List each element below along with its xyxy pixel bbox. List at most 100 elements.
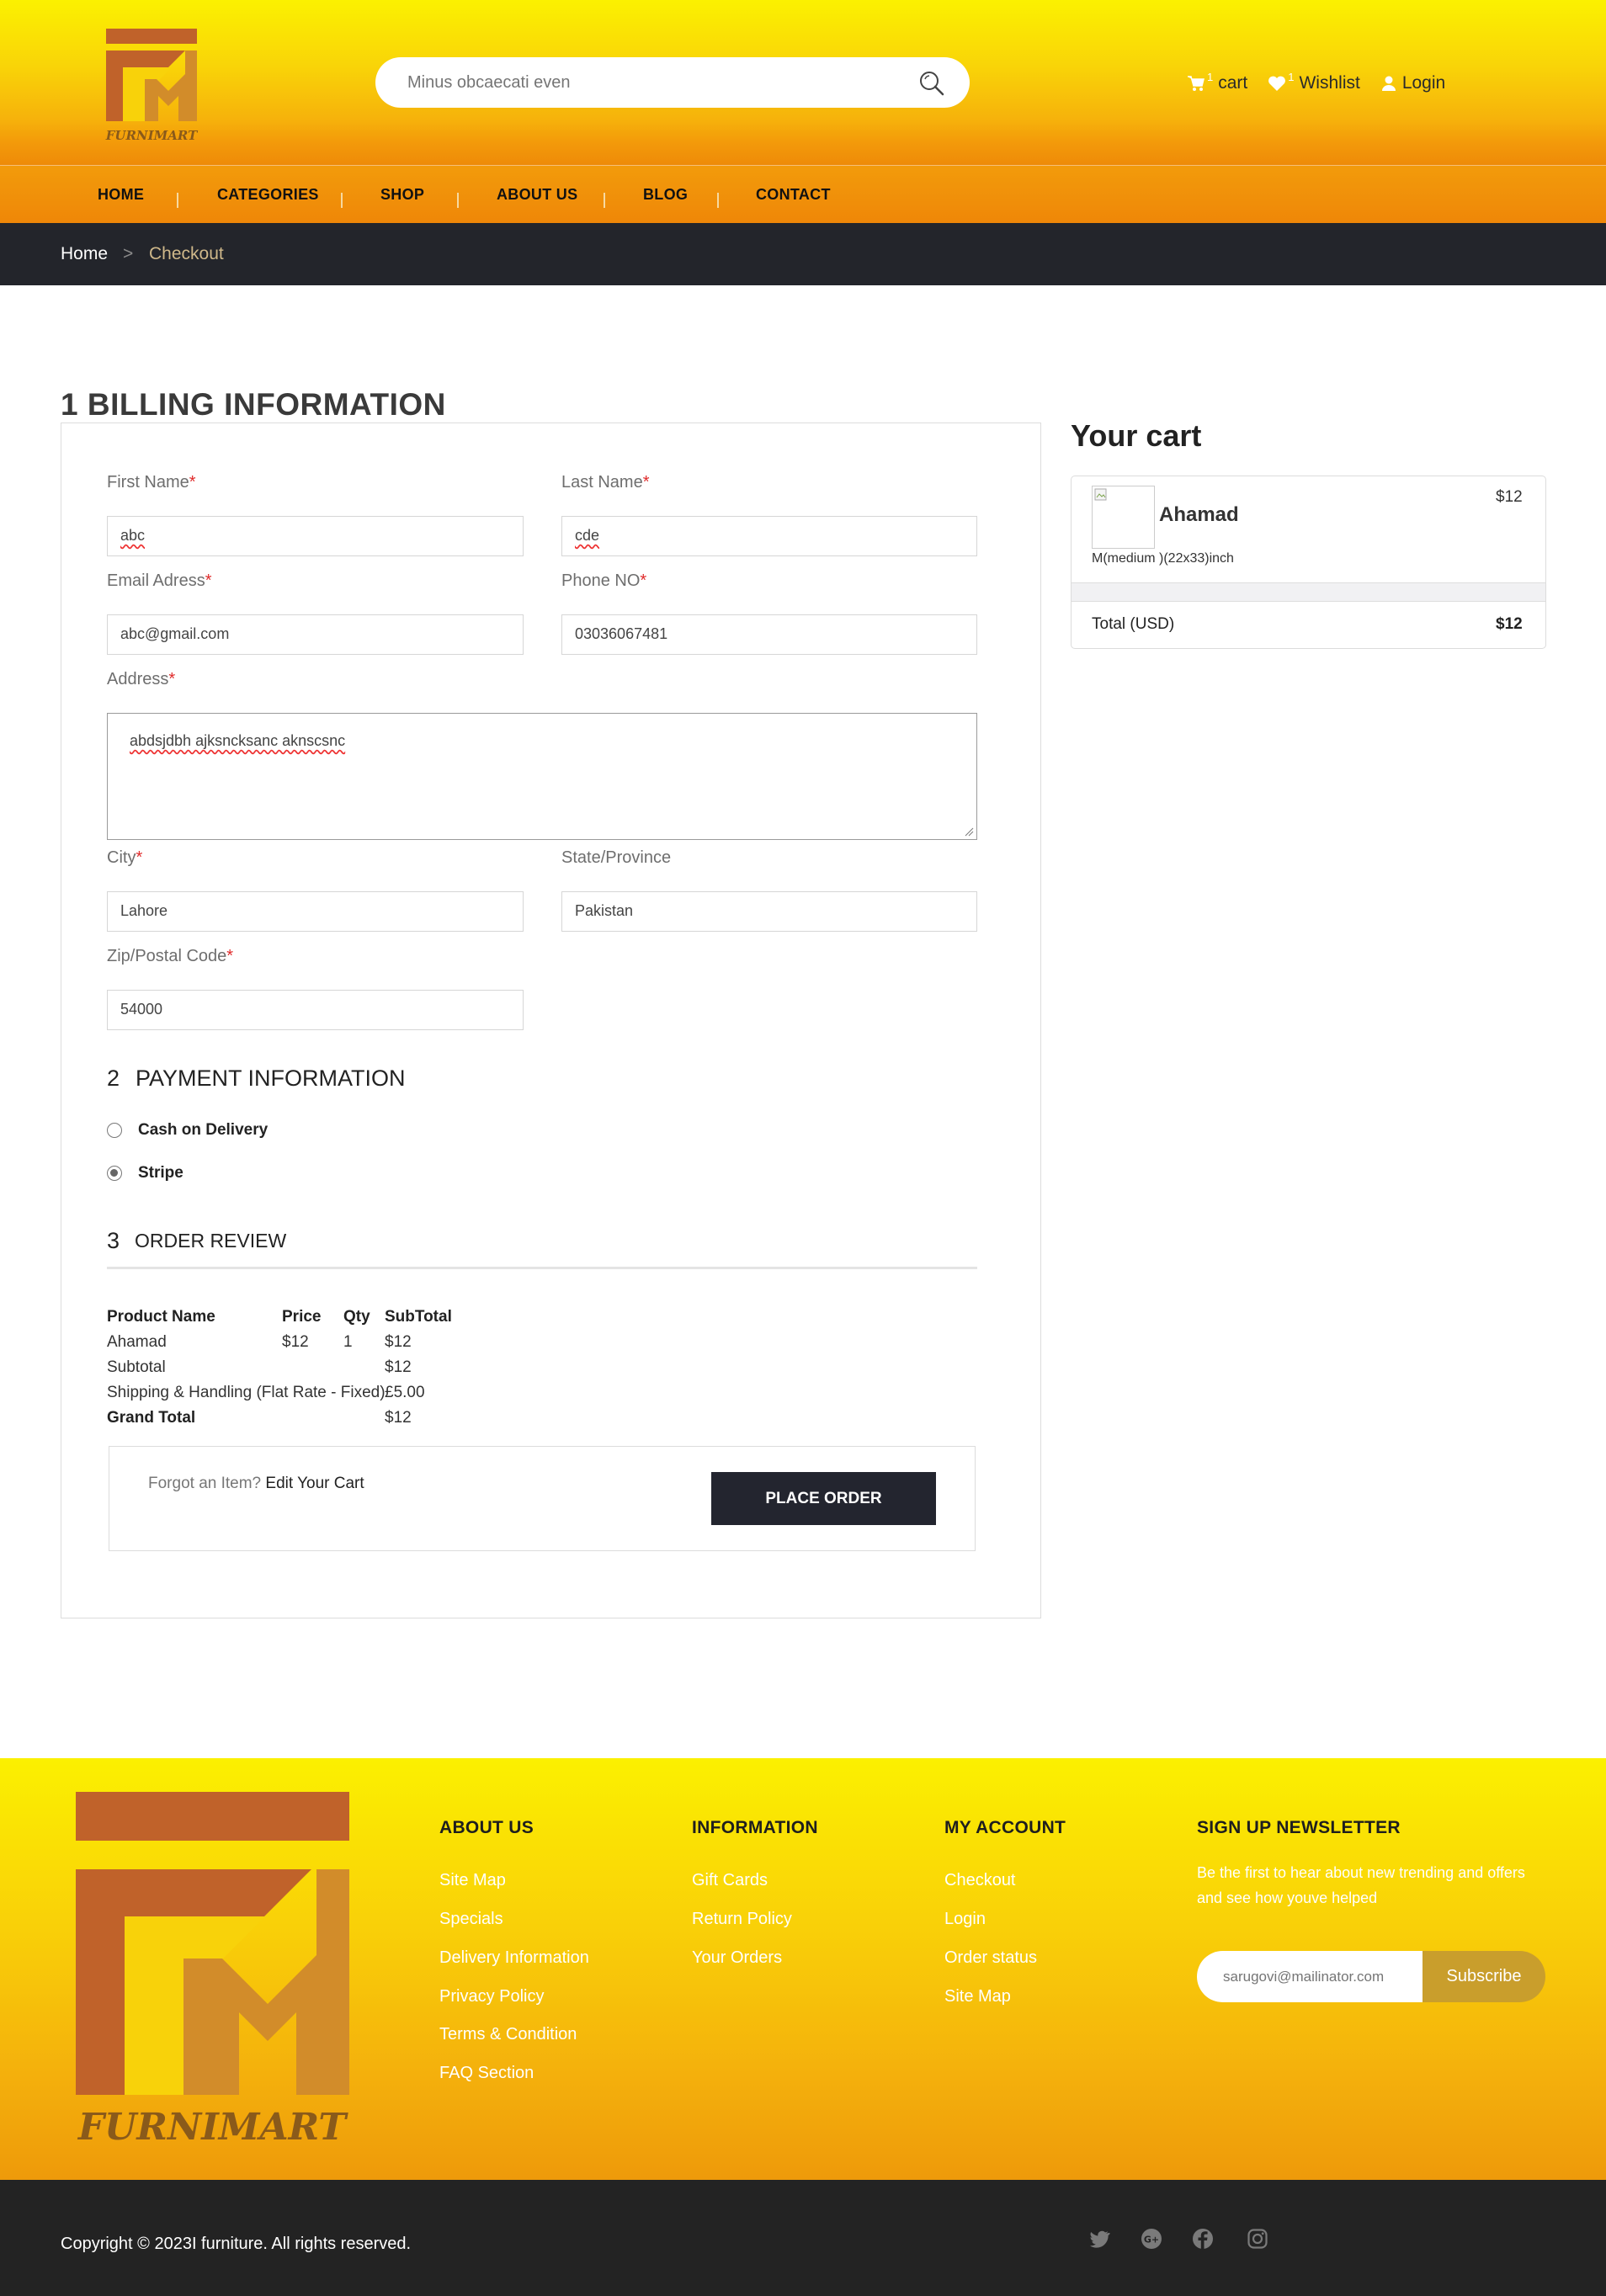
footer-link-login[interactable]: Login [944,1910,986,1929]
first-name-label: First Name* [107,473,196,492]
subscribe-button[interactable]: Subscribe [1423,1951,1545,2002]
payment-section-number: 2 [107,1066,120,1091]
footer-information-title: INFORMATION [692,1818,818,1837]
review-header-price: Price [282,1308,322,1326]
footer-link-return-policy[interactable]: Return Policy [692,1910,792,1929]
phone-field[interactable]: 03036067481 [561,614,977,655]
footer-logo-wordmark: FURNIMART [77,2106,349,2145]
wishlist-link[interactable]: 1 Wishlist [1268,70,1360,93]
logo-wordmark: FURNIMART [105,128,199,143]
login-link[interactable]: Login [1380,73,1445,93]
footer-about-title: ABOUT US [439,1818,534,1837]
grand-total-value: $12 [385,1409,412,1427]
grand-total-label: Grand Total [107,1409,196,1427]
footer-link-terms[interactable]: Terms & Condition [439,2025,577,2044]
instagram-icon[interactable] [1247,2228,1268,2250]
nav-home[interactable]: HOME [98,186,144,204]
header-links: 1 cart 1 Wishlist Login [1187,69,1445,98]
nav-separator [457,193,459,208]
nav-about-us[interactable]: ABOUT US [497,186,577,204]
wishlist-count: 1 [1288,70,1295,83]
header: FURNIMART 1 cart 1 Wishlist Login [0,0,1606,166]
shipping-label: Shipping & Handling (Flat Rate - Fixed) [107,1384,386,1401]
search-bar [375,57,970,108]
heart-icon [1268,76,1286,91]
footer-newsletter-title: SIGN UP NEWSLETTER [1197,1818,1401,1837]
review-header-product: Product Name [107,1308,215,1326]
email-label: Email Adress* [107,571,212,590]
svg-text:G+: G+ [1144,2235,1159,2246]
nav-categories[interactable]: CATEGORIES [217,186,319,204]
cart-link[interactable]: 1 cart [1187,71,1248,93]
cash-on-delivery-radio[interactable] [107,1123,122,1138]
cart-item-image [1092,486,1155,549]
first-name-field[interactable]: abc [107,516,524,556]
review-item-subtotal: $12 [385,1333,412,1351]
review-section-number: 3 [107,1228,120,1253]
place-order-button[interactable]: PLACE ORDER [711,1472,936,1525]
last-name-field[interactable]: cde [561,516,977,556]
shipping-value: £5.00 [385,1384,425,1401]
facebook-icon[interactable] [1192,2228,1214,2250]
footer-link-faq[interactable]: FAQ Section [439,2064,534,2083]
cart-separator [1072,582,1545,602]
nav-blog[interactable]: BLOG [643,186,688,204]
breadcrumb-home[interactable]: Home [61,244,108,264]
furnimart-logo[interactable]: FURNIMART [104,27,199,145]
stripe-radio[interactable] [107,1166,122,1181]
subtotal-label: Subtotal [107,1358,166,1376]
review-section-title: ORDER REVIEW [135,1230,287,1252]
footer-link-your-orders[interactable]: Your Orders [692,1948,782,1968]
stripe-label[interactable]: Stripe [138,1164,183,1183]
billing-title: 1 BILLING INFORMATION [61,387,446,422]
edit-cart-link[interactable]: Edit Your Cart [265,1475,364,1492]
review-divider [107,1267,977,1269]
cart-total-value: $12 [1496,615,1523,633]
footer-account-title: MY ACCOUNT [944,1818,1066,1837]
footer-link-delivery[interactable]: Delivery Information [439,1948,589,1968]
footer-link-checkout[interactable]: Checkout [944,1871,1016,1890]
review-header-qty: Qty [343,1308,370,1326]
city-field[interactable]: Lahore [107,891,524,932]
broken-image-icon [1094,488,1107,501]
footer-link-site-map[interactable]: Site Map [439,1871,506,1890]
newsletter-text: Be the first to hear about new trending … [1197,1864,1525,1906]
newsletter-email-input[interactable] [1197,1951,1424,2002]
cart-title: Your cart [1071,418,1202,453]
last-name-label: Last Name* [561,473,650,492]
cash-on-delivery-label[interactable]: Cash on Delivery [138,1121,268,1140]
state-field[interactable]: Pakistan [561,891,977,932]
google-plus-icon[interactable]: G+ [1141,2228,1162,2250]
footer-link-order-status[interactable]: Order status [944,1948,1037,1968]
footer-link-specials[interactable]: Specials [439,1910,503,1929]
search-input[interactable] [407,72,879,93]
nav-separator [604,193,605,208]
nav-separator [717,193,719,208]
breadcrumb: Home > Checkout [0,223,1606,285]
review-item-qty: 1 [343,1333,353,1351]
cart-label: cart [1218,73,1248,93]
address-textarea[interactable]: abdsjdbh ajksncksanc aknscsnc [107,713,977,840]
phone-label: Phone NO* [561,571,647,590]
footer-link-gift-cards[interactable]: Gift Cards [692,1871,768,1890]
nav-separator [177,193,178,208]
twitter-icon[interactable] [1089,2228,1111,2250]
cart-item-name: Ahamad [1159,503,1239,526]
forgot-item-text: Forgot an Item? Edit Your Cart [148,1475,364,1492]
wishlist-label: Wishlist [1299,73,1360,93]
nav-separator [341,193,343,208]
subtotal-value: $12 [385,1358,412,1376]
search-icon[interactable] [917,69,946,98]
review-item-price: $12 [282,1333,309,1351]
cart-item-variant: M(medium )(22x33)inch [1092,551,1234,566]
main-nav: HOME CATEGORIES SHOP ABOUT US BLOG CONTA… [0,166,1606,223]
nav-contact[interactable]: CONTACT [756,186,831,204]
footer-link-privacy[interactable]: Privacy Policy [439,1987,544,2006]
footer-link-site-map-2[interactable]: Site Map [944,1987,1011,2006]
breadcrumb-separator: > [123,244,134,263]
email-field[interactable]: abc@gmail.com [107,614,524,655]
resize-handle-icon[interactable] [964,826,974,837]
zip-label: Zip/Postal Code* [107,947,234,965]
nav-shop[interactable]: SHOP [380,186,424,204]
zip-field[interactable]: 54000 [107,990,524,1030]
